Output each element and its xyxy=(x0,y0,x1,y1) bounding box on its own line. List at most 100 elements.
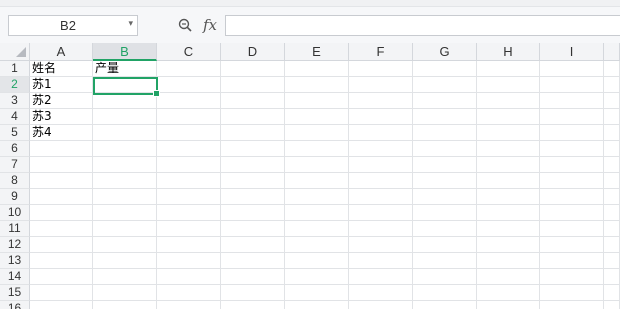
row-header-13[interactable]: 13 xyxy=(0,253,30,269)
cell-c9[interactable] xyxy=(157,189,221,205)
cell-j12[interactable] xyxy=(604,237,620,253)
cell-e4[interactable] xyxy=(285,109,349,125)
cell-h12[interactable] xyxy=(477,237,540,253)
cell-g16[interactable] xyxy=(413,301,477,309)
row-header-11[interactable]: 11 xyxy=(0,221,30,237)
cell-b7[interactable] xyxy=(93,157,157,173)
cell-a16[interactable] xyxy=(30,301,93,309)
cell-e10[interactable] xyxy=(285,205,349,221)
cell-j10[interactable] xyxy=(604,205,620,221)
cell-c15[interactable] xyxy=(157,285,221,301)
cell-h10[interactable] xyxy=(477,205,540,221)
fx-label[interactable]: fx xyxy=(203,16,217,34)
cell-c10[interactable] xyxy=(157,205,221,221)
cell-g3[interactable] xyxy=(413,93,477,109)
cell-d5[interactable] xyxy=(221,125,285,141)
cell-h7[interactable] xyxy=(477,157,540,173)
cell-d4[interactable] xyxy=(221,109,285,125)
cell-h5[interactable] xyxy=(477,125,540,141)
row-header-6[interactable]: 6 xyxy=(0,141,30,157)
row-header-1[interactable]: 1 xyxy=(0,61,30,77)
cell-c8[interactable] xyxy=(157,173,221,189)
cell-e12[interactable] xyxy=(285,237,349,253)
cell-c7[interactable] xyxy=(157,157,221,173)
cell-b14[interactable] xyxy=(93,269,157,285)
column-header-j[interactable] xyxy=(604,43,620,61)
cell-d6[interactable] xyxy=(221,141,285,157)
column-header-h[interactable]: H xyxy=(477,43,540,61)
cell-f12[interactable] xyxy=(349,237,413,253)
select-all-corner[interactable] xyxy=(0,43,30,61)
cell-j4[interactable] xyxy=(604,109,620,125)
row-header-3[interactable]: 3 xyxy=(0,93,30,109)
cell-h6[interactable] xyxy=(477,141,540,157)
cell-h9[interactable] xyxy=(477,189,540,205)
cell-b11[interactable] xyxy=(93,221,157,237)
cell-g11[interactable] xyxy=(413,221,477,237)
cell-d11[interactable] xyxy=(221,221,285,237)
cell-h16[interactable] xyxy=(477,301,540,309)
cell-e16[interactable] xyxy=(285,301,349,309)
cell-c5[interactable] xyxy=(157,125,221,141)
cell-c14[interactable] xyxy=(157,269,221,285)
cell-e14[interactable] xyxy=(285,269,349,285)
cell-i4[interactable] xyxy=(540,109,604,125)
cell-h14[interactable] xyxy=(477,269,540,285)
cell-c4[interactable] xyxy=(157,109,221,125)
cell-j6[interactable] xyxy=(604,141,620,157)
cell-i7[interactable] xyxy=(540,157,604,173)
cell-i13[interactable] xyxy=(540,253,604,269)
cell-d15[interactable] xyxy=(221,285,285,301)
cell-j15[interactable] xyxy=(604,285,620,301)
row-header-16[interactable]: 16 xyxy=(0,301,30,309)
cell-e13[interactable] xyxy=(285,253,349,269)
cell-f14[interactable] xyxy=(349,269,413,285)
cell-g4[interactable] xyxy=(413,109,477,125)
cell-i16[interactable] xyxy=(540,301,604,309)
cell-j11[interactable] xyxy=(604,221,620,237)
cell-g9[interactable] xyxy=(413,189,477,205)
cell-h11[interactable] xyxy=(477,221,540,237)
cell-i11[interactable] xyxy=(540,221,604,237)
column-header-a[interactable]: A xyxy=(30,43,93,61)
cell-f3[interactable] xyxy=(349,93,413,109)
cell-h2[interactable] xyxy=(477,77,540,93)
zoom-formula-icon[interactable] xyxy=(178,18,192,37)
cell-e9[interactable] xyxy=(285,189,349,205)
row-header-15[interactable]: 15 xyxy=(0,285,30,301)
cell-a13[interactable] xyxy=(30,253,93,269)
cell-j7[interactable] xyxy=(604,157,620,173)
cell-a5[interactable]: 苏4 xyxy=(30,125,93,141)
cell-g13[interactable] xyxy=(413,253,477,269)
cell-f15[interactable] xyxy=(349,285,413,301)
cell-f10[interactable] xyxy=(349,205,413,221)
cell-e7[interactable] xyxy=(285,157,349,173)
cell-c16[interactable] xyxy=(157,301,221,309)
cell-b6[interactable] xyxy=(93,141,157,157)
cell-e6[interactable] xyxy=(285,141,349,157)
cell-c2[interactable] xyxy=(157,77,221,93)
cell-a2[interactable]: 苏1 xyxy=(30,77,93,93)
cell-a10[interactable] xyxy=(30,205,93,221)
cell-i2[interactable] xyxy=(540,77,604,93)
cell-e8[interactable] xyxy=(285,173,349,189)
cell-j3[interactable] xyxy=(604,93,620,109)
cell-g7[interactable] xyxy=(413,157,477,173)
cell-a11[interactable] xyxy=(30,221,93,237)
cell-d3[interactable] xyxy=(221,93,285,109)
cell-h3[interactable] xyxy=(477,93,540,109)
cell-f4[interactable] xyxy=(349,109,413,125)
cell-j14[interactable] xyxy=(604,269,620,285)
cell-i10[interactable] xyxy=(540,205,604,221)
cell-i1[interactable] xyxy=(540,61,604,77)
cell-c11[interactable] xyxy=(157,221,221,237)
cell-f11[interactable] xyxy=(349,221,413,237)
cell-a12[interactable] xyxy=(30,237,93,253)
cell-h15[interactable] xyxy=(477,285,540,301)
cell-d10[interactable] xyxy=(221,205,285,221)
cell-j16[interactable] xyxy=(604,301,620,309)
cell-f5[interactable] xyxy=(349,125,413,141)
cell-g8[interactable] xyxy=(413,173,477,189)
cell-b3[interactable] xyxy=(93,93,157,109)
cell-b12[interactable] xyxy=(93,237,157,253)
